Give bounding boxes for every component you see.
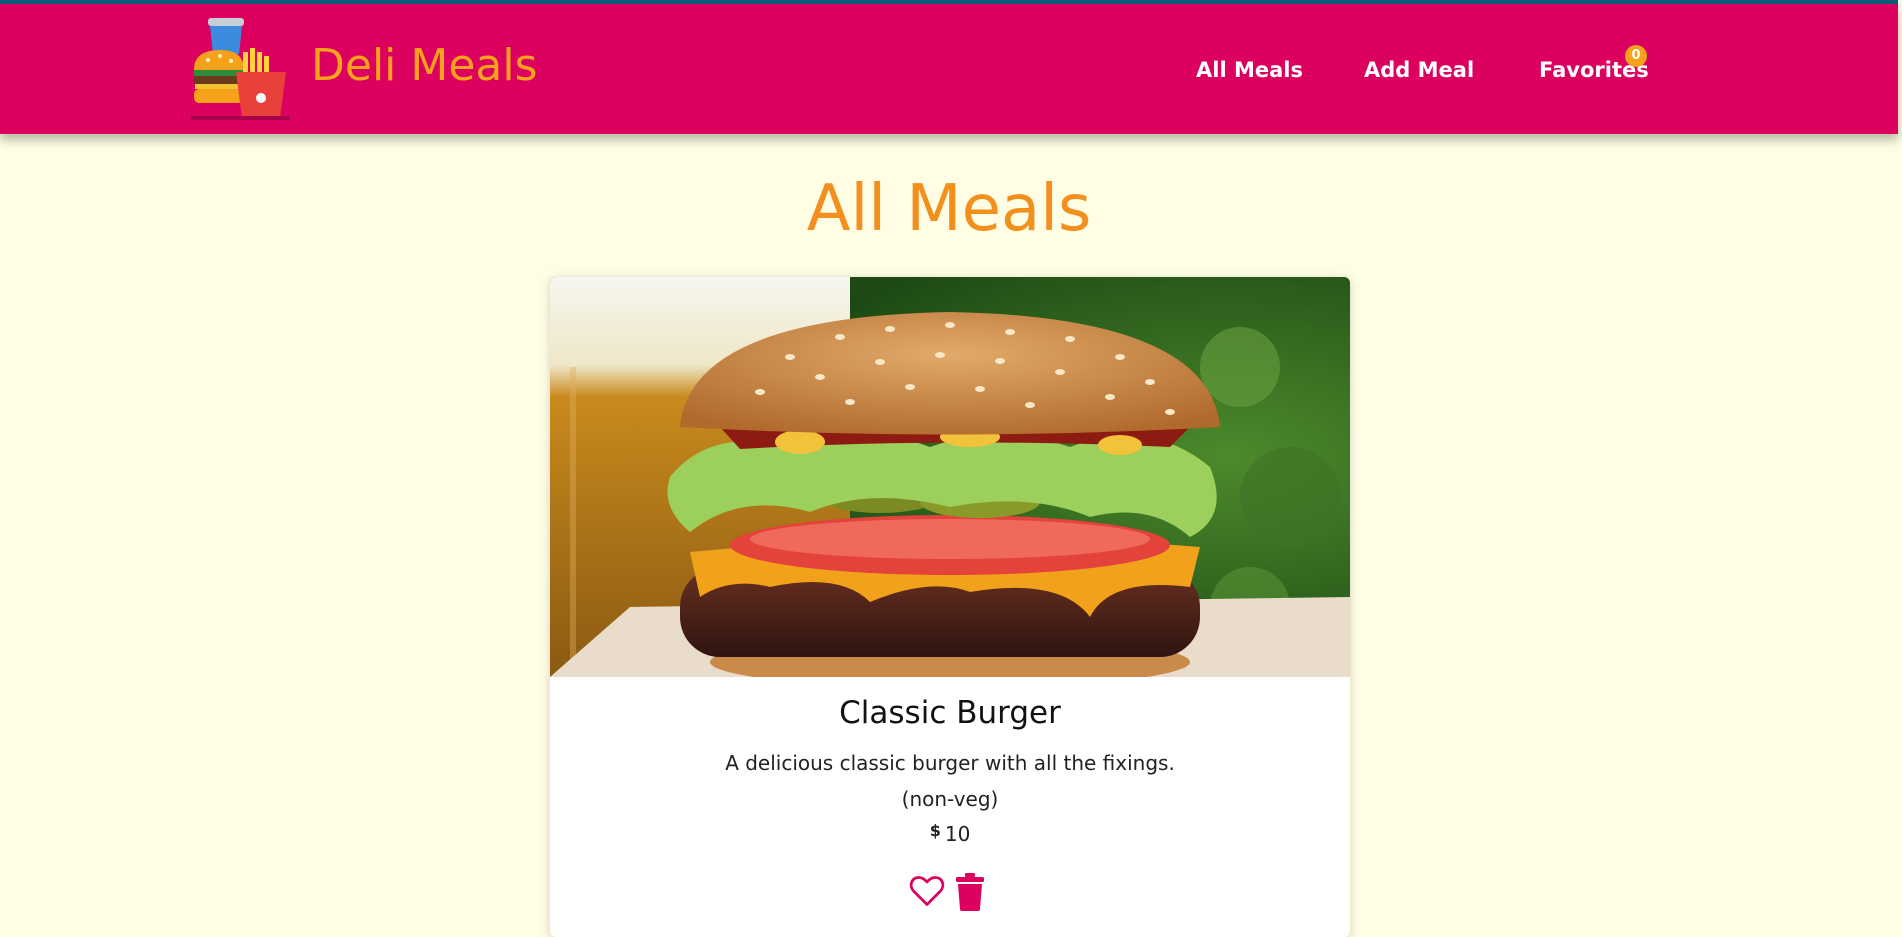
price-value: 10 bbox=[944, 822, 971, 846]
meal-name: Classic Burger bbox=[839, 695, 1061, 731]
meal-description: A delicious classic burger with all the … bbox=[725, 751, 1175, 775]
meal-card: Classic Burger A delicious classic burge… bbox=[550, 277, 1350, 937]
logo-icon[interactable] bbox=[190, 18, 290, 122]
favorite-heart-icon[interactable] bbox=[909, 873, 945, 909]
meal-actions bbox=[909, 873, 999, 913]
site-header: Deli Meals All Meals Add Meal Favorites … bbox=[0, 4, 1898, 134]
nav-all-meals[interactable]: All Meals bbox=[1196, 58, 1303, 82]
brand-title[interactable]: Deli Meals bbox=[311, 40, 538, 91]
page-title: All Meals bbox=[806, 172, 1092, 246]
meal-image bbox=[550, 277, 1350, 688]
meal-price: $10 bbox=[550, 821, 1350, 846]
favorites-count-badge: 0 bbox=[1625, 45, 1647, 67]
meal-type: (non-veg) bbox=[901, 787, 999, 811]
delete-trash-icon[interactable] bbox=[955, 873, 985, 911]
currency-symbol: $ bbox=[929, 821, 941, 840]
nav-add-meal[interactable]: Add Meal bbox=[1364, 58, 1474, 82]
